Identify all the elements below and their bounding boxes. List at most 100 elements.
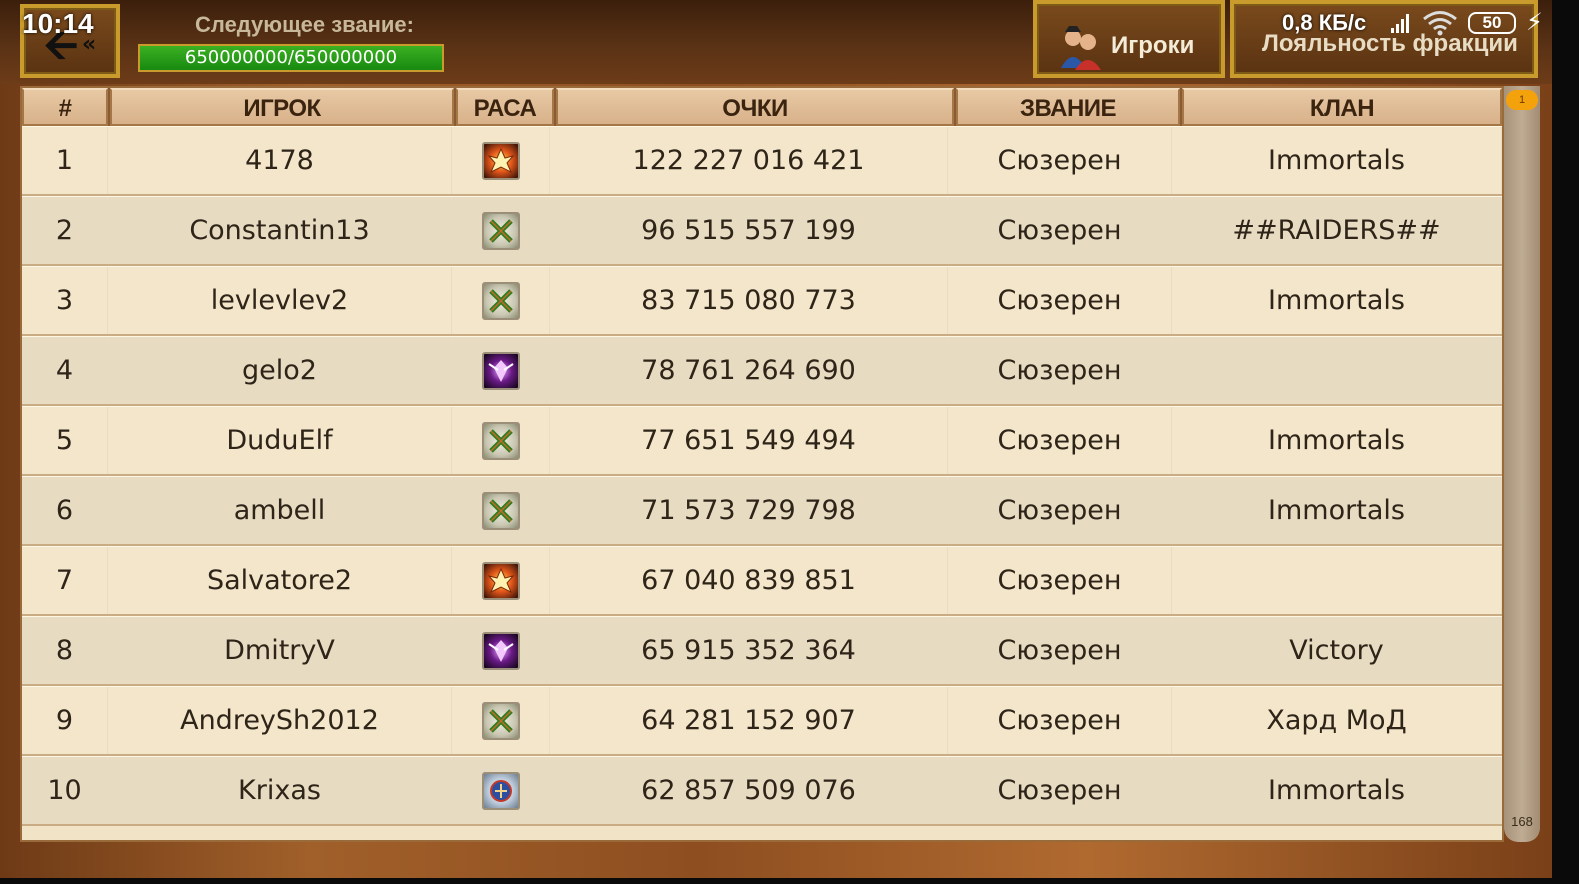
table-row[interactable]: 5 DuduElf 77 651 549 494 Сюзерен Immortals [22, 406, 1502, 476]
row-race [452, 547, 550, 614]
network-speed: 0,8 КБ/с [1282, 10, 1367, 35]
race-green-icon [481, 491, 520, 530]
row-player-name: DmitryV [108, 617, 452, 684]
race-green-icon [481, 421, 520, 460]
row-player-name: ambell [108, 477, 452, 544]
table-body: 1 4178 122 227 016 421 Сюзерен Immortals 2 Con… [22, 126, 1502, 826]
row-points: 77 651 549 494 [550, 407, 948, 474]
table-row[interactable]: 9 AndreySh2012 64 281 152 907 Сюзерен Хард М… [22, 686, 1502, 756]
table-row[interactable]: 1 4178 122 227 016 421 Сюзерен Immortals [22, 126, 1502, 196]
row-clan: Victory [1172, 617, 1502, 684]
race-green-icon [481, 701, 520, 740]
table-row[interactable]: 8 DmitryV 65 915 352 364 Сюзерен Victory [22, 616, 1502, 686]
row-clan: ##RAIDERS## [1172, 197, 1502, 264]
row-points: 78 761 264 690 [550, 337, 948, 404]
race-blue-icon [481, 771, 520, 810]
row-points: 64 281 152 907 [550, 687, 948, 754]
table-row[interactable]: 10 Krixas 62 857 509 076 Сюзерен Immortals [22, 756, 1502, 826]
row-player-name: AndreySh2012 [108, 687, 452, 754]
row-player-name: 4178 [108, 127, 452, 194]
rank-progress-text: 650000000/650000000 [184, 47, 398, 68]
row-player-name: gelo2 [108, 337, 452, 404]
table-header: # ИГРОК РАСА ОЧКИ ЗВАНИЕ КЛАН [22, 88, 1502, 126]
row-points: 62 857 509 076 [550, 757, 948, 824]
row-points: 96 515 557 199 [550, 197, 948, 264]
row-clan: Хард МоД [1172, 687, 1502, 754]
race-purple-icon [481, 351, 520, 390]
next-rank-label: Следующее звание: [195, 12, 414, 37]
column-rank[interactable]: # [22, 88, 108, 126]
row-race [452, 407, 550, 474]
tab-players[interactable]: Игроки [1033, 0, 1225, 78]
row-rank: 5 [22, 407, 108, 474]
row-player-name: Salvatore2 [108, 547, 452, 614]
row-race [452, 617, 550, 684]
row-player-name: Constantin13 [108, 197, 452, 264]
battery-icon: 50 [1468, 12, 1516, 34]
column-title[interactable]: ЗВАНИЕ [956, 88, 1180, 126]
signal-icon [1391, 14, 1409, 33]
table-row[interactable]: 3 levlevlev2 83 715 080 773 Сюзерен Immortal… [22, 266, 1502, 336]
row-points: 71 573 729 798 [550, 477, 948, 544]
row-points: 67 040 839 851 [550, 547, 948, 614]
row-rank: 9 [22, 687, 108, 754]
row-race [452, 687, 550, 754]
row-rank: 10 [22, 757, 108, 824]
total-count: 168 [1511, 814, 1533, 829]
row-points: 83 715 080 773 [550, 267, 948, 334]
tab-players-label: Игроки [1111, 32, 1195, 59]
race-fire-icon [481, 141, 520, 180]
scrollbar[interactable] [1504, 86, 1540, 842]
column-points[interactable]: ОЧКИ [556, 88, 954, 126]
table-row[interactable]: 2 Constantin13 96 515 557 199 Сюзерен ##RAID… [22, 196, 1502, 266]
row-rank: 6 [22, 477, 108, 544]
row-clan: Immortals [1172, 127, 1502, 194]
ranking-table: # ИГРОК РАСА ОЧКИ ЗВАНИЕ КЛАН 1 4178 122 2… [20, 86, 1504, 842]
row-points: 65 915 352 364 [550, 617, 948, 684]
row-rank: 8 [22, 617, 108, 684]
row-race [452, 197, 550, 264]
column-clan[interactable]: КЛАН [1182, 88, 1502, 126]
row-race [452, 337, 550, 404]
charging-icon: ⚡ [1526, 8, 1543, 36]
row-rank: 1 [22, 127, 108, 194]
row-rank: 7 [22, 547, 108, 614]
row-title: Сюзерен [948, 477, 1172, 544]
race-fire-icon [481, 561, 520, 600]
row-title: Сюзерен [948, 687, 1172, 754]
table-row[interactable]: 7 Salvatore2 67 040 839 851 Сюзерен [22, 546, 1502, 616]
row-clan [1172, 337, 1502, 404]
row-clan: Immortals [1172, 267, 1502, 334]
row-title: Сюзерен [948, 547, 1172, 614]
column-race[interactable]: РАСА [456, 88, 554, 126]
status-time: 10:14 [22, 8, 94, 39]
row-clan: Immortals [1172, 757, 1502, 824]
row-rank: 3 [22, 267, 108, 334]
race-green-icon [481, 281, 520, 320]
row-rank: 4 [22, 337, 108, 404]
row-race [452, 477, 550, 544]
row-player-name: levlevlev2 [108, 267, 452, 334]
row-rank: 2 [22, 197, 108, 264]
row-player-name: Krixas [108, 757, 452, 824]
scroll-badge: 1 [1506, 90, 1538, 110]
row-title: Сюзерен [948, 757, 1172, 824]
row-title: Сюзерен [948, 197, 1172, 264]
row-points: 122 227 016 421 [550, 127, 948, 194]
wifi-icon [1423, 11, 1457, 36]
row-title: Сюзерен [948, 407, 1172, 474]
table-row[interactable]: 4 gelo2 78 761 264 690 Сюзерен [22, 336, 1502, 406]
players-icon [1061, 26, 1101, 70]
row-clan: Immortals [1172, 407, 1502, 474]
row-clan: Immortals [1172, 477, 1502, 544]
race-green-icon [481, 211, 520, 250]
row-clan [1172, 547, 1502, 614]
row-race [452, 757, 550, 824]
row-title: Сюзерен [948, 337, 1172, 404]
column-player[interactable]: ИГРОК [110, 88, 454, 126]
row-title: Сюзерен [948, 617, 1172, 684]
row-race [452, 267, 550, 334]
rank-progress-bar: 650000000/650000000 [138, 44, 444, 72]
table-row[interactable]: 6 ambell 71 573 729 798 Сюзерен Immortals [22, 476, 1502, 546]
row-title: Сюзерен [948, 267, 1172, 334]
